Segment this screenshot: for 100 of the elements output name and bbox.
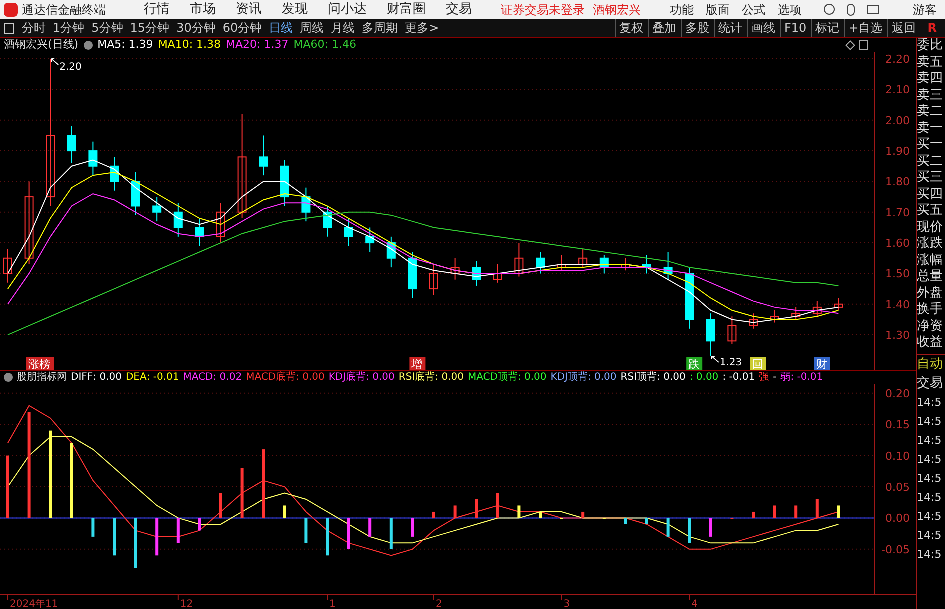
- quote-label: 买二: [917, 154, 944, 170]
- period-tab[interactable]: 60分钟: [222, 19, 262, 37]
- user-label[interactable]: 游客: [913, 0, 937, 18]
- histogram-bar: [326, 518, 329, 556]
- quote-label: 买三: [917, 170, 944, 186]
- menu-item[interactable]: 市场: [190, 0, 216, 20]
- axis-tick-label: 1.50: [886, 268, 910, 281]
- menu-item[interactable]: 功能: [670, 0, 694, 18]
- period-tab[interactable]: 30分钟: [176, 19, 216, 37]
- quote-label: 14:5: [917, 470, 943, 486]
- legend-item: : -0.01: [722, 371, 756, 385]
- period-tab[interactable]: 5分钟: [92, 19, 124, 37]
- candlestick: [770, 310, 780, 324]
- signal-tag: 增: [410, 357, 426, 370]
- legend-value: : -0.01: [146, 371, 180, 385]
- menu-item[interactable]: 行情: [144, 0, 170, 20]
- histogram-bar: [113, 518, 116, 556]
- quote-label: 外盘: [917, 286, 944, 302]
- legend-value: : 1.37: [257, 36, 289, 53]
- axis-tick-label: 2.00: [886, 114, 910, 128]
- legend-value: : 1.46: [324, 36, 356, 53]
- candlestick: [536, 252, 545, 274]
- toolbar-button[interactable]: +自选: [844, 19, 887, 37]
- histogram-bar: [176, 518, 180, 544]
- histogram-bar: [709, 518, 712, 537]
- histogram-bar: [283, 506, 286, 518]
- period-tab[interactable]: 分时: [22, 19, 46, 37]
- candlestick: [430, 264, 438, 296]
- period-tab[interactable]: 月线: [331, 19, 356, 37]
- legend-item: : 0.00: [690, 371, 719, 385]
- menu-item[interactable]: 版面: [706, 0, 730, 18]
- legend-label: DIFF: [71, 371, 94, 385]
- axis-tick-label: 0.10: [886, 450, 910, 463]
- toolbar-button[interactable]: 复权: [614, 19, 648, 37]
- toolbar-button[interactable]: 返回: [886, 19, 920, 37]
- candlestick: [152, 196, 162, 222]
- settings-icon[interactable]: [4, 373, 13, 382]
- phone-icon[interactable]: [847, 4, 855, 16]
- candlestick: [344, 218, 354, 247]
- toolbar-button[interactable]: 叠加: [648, 19, 681, 37]
- quote-label: 14:5: [917, 490, 943, 506]
- quote-label: 净资: [917, 318, 944, 335]
- histogram-bar: [240, 468, 244, 518]
- histogram-bar: [666, 518, 670, 537]
- quote-label: 14:5: [917, 414, 943, 430]
- period-tab[interactable]: 15分钟: [130, 19, 170, 37]
- histogram-bar: [752, 512, 755, 518]
- menu-item[interactable]: 问小达: [328, 0, 367, 20]
- histogram-bar: [198, 518, 202, 531]
- panel-icon[interactable]: [859, 40, 868, 50]
- histogram-bar: [475, 500, 478, 518]
- date-tick-label: 12: [180, 599, 194, 609]
- date-tick-label: 3: [564, 599, 570, 609]
- histogram-bar: [347, 518, 350, 550]
- quote-label: 总量: [917, 269, 944, 286]
- menu-item[interactable]: 公式: [742, 0, 766, 18]
- period-tab[interactable]: 多周期: [362, 19, 398, 37]
- axis-tick-label: 1.70: [886, 206, 910, 220]
- period-tab[interactable]: 1分钟: [53, 19, 85, 37]
- toolbar-button[interactable]: 多股: [680, 19, 714, 37]
- signal-tag: 财: [814, 357, 830, 370]
- panel-toggle-icon[interactable]: [4, 22, 14, 34]
- toolbar-button[interactable]: 统计: [714, 19, 747, 37]
- quote-label: 买四: [917, 186, 944, 203]
- histogram-bar: [6, 456, 10, 518]
- quote-label: 14:5: [917, 394, 943, 410]
- settings-icon[interactable]: [84, 40, 93, 50]
- axis-tick-label: 2.20: [886, 53, 910, 66]
- toolbar-button[interactable]: 画线: [746, 19, 780, 37]
- axis-tick-label: -0.05: [882, 543, 910, 556]
- legend-label: MA10: [158, 36, 190, 53]
- menu-item[interactable]: 交易: [446, 0, 472, 20]
- toolbar-button[interactable]: 标记: [810, 19, 844, 37]
- menu-item[interactable]: 发现: [282, 0, 308, 20]
- histogram-bar: [794, 506, 798, 518]
- axis-tick-label: 2.10: [886, 84, 910, 97]
- candlestick: [642, 254, 652, 274]
- date-tick-label: 4: [692, 599, 698, 609]
- legend-label: MACD: [183, 371, 214, 385]
- candlestick: [600, 254, 609, 274]
- period-tab[interactable]: 更多>: [405, 19, 440, 37]
- period-tab[interactable]: 周线: [300, 19, 324, 37]
- menu-item[interactable]: 选项: [778, 0, 802, 18]
- quote-label: 卖二: [917, 104, 944, 120]
- candlestick: [4, 248, 12, 284]
- mail-icon[interactable]: [867, 5, 879, 14]
- headset-icon[interactable]: [824, 4, 835, 15]
- toolbar-button[interactable]: F10: [780, 19, 811, 37]
- menu-item[interactable]: 财富圈: [387, 0, 426, 20]
- quote-label: 14:5: [917, 546, 943, 562]
- legend-item: RSI顶背: 0.00: [620, 370, 686, 385]
- histogram-bar: [92, 518, 95, 537]
- period-tab[interactable]: 日线: [269, 19, 294, 37]
- histogram-bar: [496, 493, 500, 518]
- histogram-bar: [156, 518, 159, 556]
- legend-label: DEA: [126, 371, 147, 385]
- candlestick: [259, 135, 268, 176]
- axis-tick-label: 0.15: [886, 418, 910, 432]
- menu-item[interactable]: 资讯: [236, 0, 262, 20]
- histogram-bar: [688, 518, 692, 544]
